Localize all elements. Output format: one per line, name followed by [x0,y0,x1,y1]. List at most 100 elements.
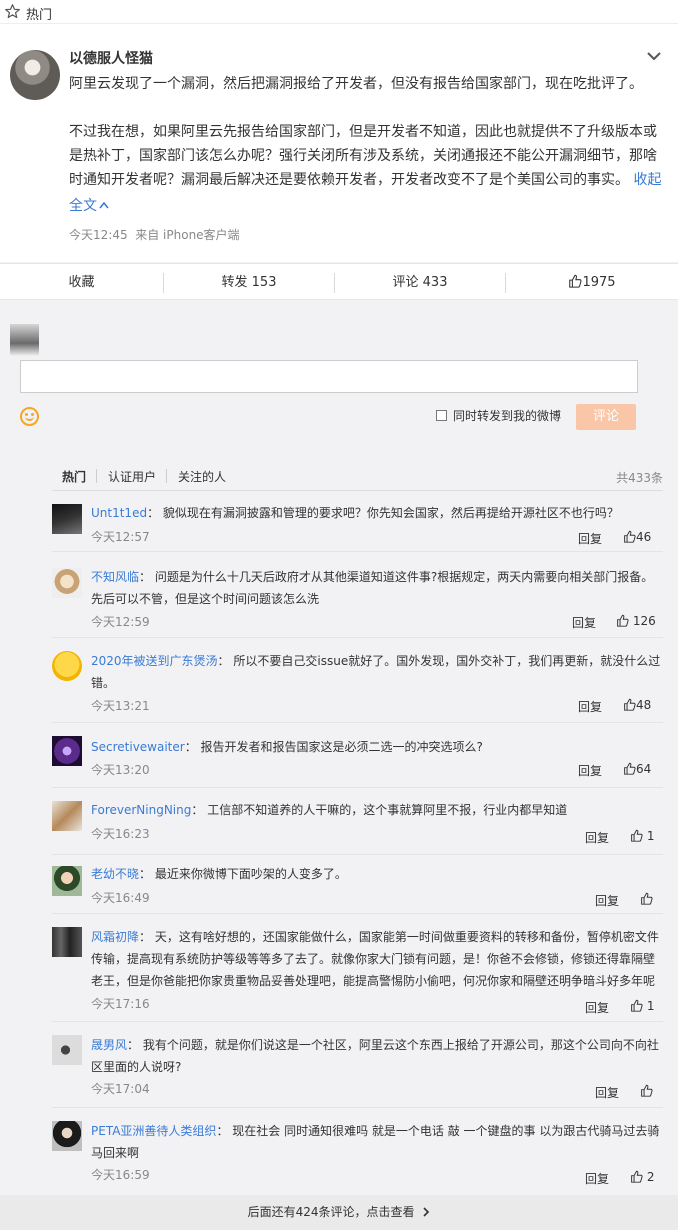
comment-text: 我有个问题，就是你们说这是一个社区，阿里云这个东西上报给了开源公司，那这个公司向… [91,1038,659,1074]
comment-item: 不知风临： 问题是为什么十几天后政府才从其他渠道知道这件事?根据规定，两天内需要… [52,553,663,638]
repost-checkbox-label[interactable]: 同时转发到我的微博 [453,407,561,424]
comment-like-button[interactable]: 1 [630,999,654,1013]
commenter-name[interactable]: Unt1t1ed [91,506,147,520]
thumb-up-icon [631,999,643,1012]
commenter-name[interactable]: PETA亚洲善待人类组织 [91,1124,216,1138]
commenter-avatar[interactable] [52,801,82,831]
comment-like-button[interactable] [640,1084,653,1098]
commenter-name[interactable]: 老幼不晓 [91,867,139,881]
comment-text: 貌似现在有漏洞披露和管理的要求吧？你先知会国家，然后再提给开源社区不也行吗？ [162,506,619,520]
fulltext-link[interactable]: 全文 [69,195,109,215]
action-bar: 收藏 转发 153 评论 433 1975 [0,263,678,300]
post-paragraph-2-text: 不过我在想，如果阿里云先报告给国家部门，但是开发者不知道，因此也就提供不了升级版… [69,124,657,188]
thumb-up-icon [569,274,582,288]
chevron-right-icon [423,1207,430,1217]
collapse-link[interactable]: 收起 [633,172,661,188]
comment-like-button[interactable]: 126 [616,614,656,628]
thumb-up-icon [641,892,653,905]
comment-like-count: 48 [636,698,652,712]
comment-like-count: 1 [646,999,655,1013]
commenter-name[interactable]: 晟男风 [91,1038,127,1052]
comment-item: 老幼不晓： 最近来你微博下面吵架的人变多了。 今天16:49 回复 [52,856,663,914]
star-icon[interactable] [4,3,21,20]
reply-button[interactable]: 回复 [595,1084,619,1101]
reply-button[interactable]: 回复 [585,1170,609,1187]
my-avatar[interactable] [10,324,39,356]
comment-item: 晟男风： 我有个问题，就是你们说这是一个社区，阿里云这个东西上报给了开源公司，那… [52,1023,663,1108]
like-count: 1975 [582,275,616,290]
author-name[interactable]: 以德服人怪猫 [69,48,153,68]
commenter-avatar[interactable] [52,736,82,766]
thumb-up-icon [624,762,636,775]
reply-button[interactable]: 回复 [578,762,602,779]
commenter-avatar[interactable] [52,1121,82,1151]
commenter-name[interactable]: ForeverNingNing [91,803,191,817]
commenter-avatar[interactable] [52,927,82,957]
tab-following[interactable]: 关注的人 [178,468,226,485]
hot-label: 热门 [26,8,53,23]
reply-button[interactable]: 回复 [595,892,619,909]
comment-like-count: 64 [636,762,652,776]
post-body: 阿里云发现了一个漏洞，然后把漏洞报给了开发者，但没有报告给国家部门，现在吃批评了… [69,72,667,192]
emoji-icon[interactable] [20,407,39,426]
comment-button[interactable]: 评论 433 [335,264,505,301]
comment-time: 今天16:59 [91,1168,150,1182]
post-paragraph-1: 阿里云发现了一个漏洞，然后把漏洞报给了开发者，但没有报告给国家部门，现在吃批评了… [69,76,643,92]
more-comments-link[interactable]: 后面还有424条评论，点击查看 [0,1195,678,1230]
comment-like-button[interactable]: 64 [623,762,651,776]
top-bar: 热门 [0,0,678,24]
comment-item: 风霜初降： 天，这有啥好想的，还国家能做什么，国家能第一时间做重要资料的转移和备… [52,915,663,1022]
more-comments-label[interactable]: 后面还有424条评论，点击查看 [248,1205,415,1219]
commenter-name[interactable]: 2020年被送到广东煲汤 [91,654,218,668]
comment-like-count: 46 [636,530,652,544]
tab-hot[interactable]: 热门 [62,468,86,485]
reply-button[interactable]: 回复 [578,698,602,715]
commenter-name[interactable]: Secretivewaiter [91,740,185,754]
commenter-name[interactable]: 风霜初降 [91,930,139,944]
comment-time: 今天13:21 [91,699,150,713]
post-time: 今天12:45 [69,228,128,242]
commenter-name[interactable]: 不知风临 [91,570,139,584]
author-avatar[interactable] [10,50,60,100]
reply-button[interactable]: 回复 [572,614,596,631]
comment-like-button[interactable]: 48 [623,698,651,712]
chevron-up-icon [99,201,109,209]
chevron-down-icon[interactable] [646,48,662,64]
divider [96,469,97,483]
favorite-button[interactable]: 收藏 [0,264,163,301]
comment-like-button[interactable]: 1 [630,829,654,843]
commenter-avatar[interactable] [52,866,82,896]
commenter-avatar[interactable] [52,504,82,534]
comment-item: 2020年被送到广东煲汤： 所以不要自己交issue就好了。国外发现，国外交补丁… [52,639,663,723]
thumb-up-icon [624,698,636,711]
comment-text: 问题是为什么十几天后政府才从其他渠道知道这件事?根据规定，两天内需要向相关部门报… [91,570,654,606]
post-paragraph-2: 不过我在想，如果阿里云先报告给国家部门，但是开发者不知道，因此也就提供不了升级版… [69,120,667,192]
divider [166,469,167,483]
fulltext-label[interactable]: 全文 [69,198,97,214]
comment-tabs: 热门 认证用户 关注的人 共433条 [52,455,663,491]
submit-comment-button[interactable]: 评论 [576,404,636,430]
reply-button[interactable]: 回复 [585,829,609,846]
post-source: 来自 iPhone客户端 [135,228,240,242]
commenter-avatar[interactable] [52,651,82,681]
commenter-avatar[interactable] [52,1035,82,1065]
comment-time: 今天13:20 [91,763,150,777]
reply-button[interactable]: 回复 [585,999,609,1016]
comment-like-button[interactable]: 2 [630,1170,654,1184]
comment-like-button[interactable] [640,892,653,906]
commenter-avatar[interactable] [52,568,82,598]
repost-checkbox[interactable] [436,410,447,421]
post-meta: 今天12:45 来自 iPhone客户端 [69,226,240,243]
tab-verified-users[interactable]: 认证用户 [108,468,156,485]
thumb-up-icon [631,1170,643,1183]
comment-composer: 同时转发到我的微博 评论 [0,300,678,455]
comment-total: 共433条 [616,471,663,485]
comment-like-button[interactable]: 46 [623,530,651,544]
like-button[interactable]: 1975 [506,264,678,301]
repost-button[interactable]: 转发 153 [164,264,334,301]
thumb-up-icon [617,614,629,627]
comment-input[interactable] [20,360,638,393]
comment-list: 热门 认证用户 关注的人 共433条 Unt1t1ed： 貌似现在有漏洞披露和管… [52,455,663,1195]
comment-item: Secretivewaiter： 报告开发者和报告国家这是必须二选一的冲突选项么… [52,724,663,788]
reply-button[interactable]: 回复 [578,530,602,547]
